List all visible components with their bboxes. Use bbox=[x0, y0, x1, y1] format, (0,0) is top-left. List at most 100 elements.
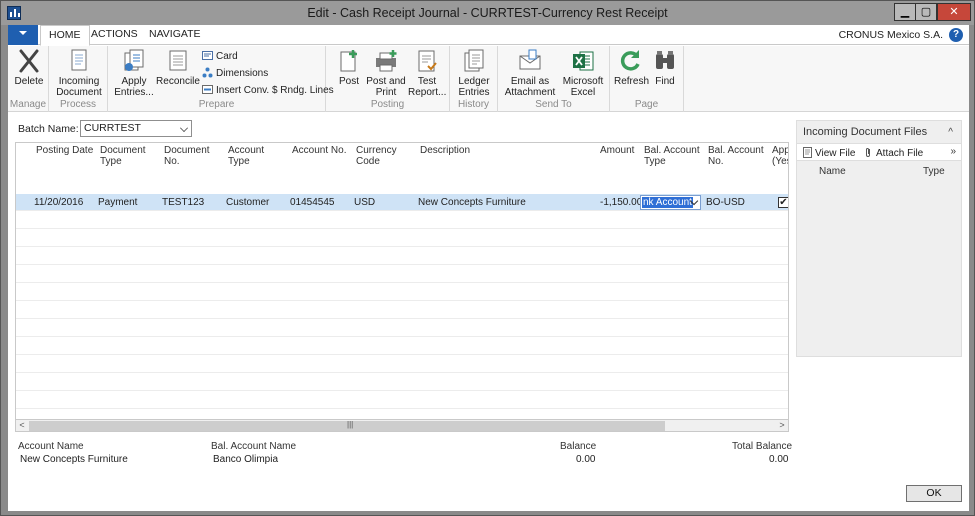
test-report-label-2: Report... bbox=[408, 87, 447, 98]
title-bar: Edit - Cash Receipt Journal - CURRTEST-C… bbox=[1, 1, 974, 25]
col-document-no[interactable]: Document No. bbox=[164, 145, 210, 167]
email-label-2: Attachment bbox=[504, 87, 556, 98]
horizontal-scrollbar[interactable]: < ||| > bbox=[15, 419, 789, 432]
ribbon: Delete Manage Incoming Document Process … bbox=[8, 46, 969, 112]
test-report-icon bbox=[418, 50, 437, 72]
tab-actions[interactable]: ACTIONS bbox=[83, 25, 146, 45]
group-manage: Delete Manage bbox=[8, 46, 49, 112]
col-account-no[interactable]: Account No. bbox=[292, 145, 346, 156]
delete-x-icon bbox=[19, 49, 39, 73]
apply-entries-icon bbox=[124, 49, 144, 71]
empty-row[interactable] bbox=[16, 356, 788, 373]
incoming-document-label-1: Incoming bbox=[58, 76, 100, 87]
post-button[interactable]: Post bbox=[334, 48, 364, 87]
empty-row[interactable] bbox=[16, 212, 788, 229]
document-icon bbox=[71, 49, 87, 71]
more-options-icon[interactable]: » bbox=[950, 146, 956, 157]
empty-row[interactable] bbox=[16, 302, 788, 319]
post-and-print-label-2: Print bbox=[375, 87, 397, 98]
ledger-entries-button[interactable]: Ledger Entries bbox=[456, 48, 492, 98]
cell-document-no[interactable]: TEST123 bbox=[162, 197, 204, 208]
insert-conv-rounding-button[interactable]: Insert Conv. $ Rndg. Lines bbox=[202, 84, 334, 96]
col-currency-code[interactable]: Currency Code bbox=[356, 145, 397, 167]
cell-currency-code[interactable]: USD bbox=[354, 197, 375, 208]
empty-row[interactable] bbox=[16, 338, 788, 355]
col-applied[interactable]: App(Yes bbox=[772, 145, 788, 167]
email-as-attachment-button[interactable]: Email as Attachment bbox=[504, 48, 556, 98]
post-label: Post bbox=[338, 76, 359, 87]
col-posting-date[interactable]: Posting Date bbox=[36, 145, 93, 156]
group-send-to: Email as Attachment Microsoft Excel Send… bbox=[498, 46, 610, 112]
bal-account-name-label: Bal. Account Name bbox=[211, 441, 297, 452]
col-account-type[interactable]: Account Type bbox=[228, 145, 264, 167]
email-icon bbox=[519, 49, 541, 70]
delete-button[interactable]: Delete bbox=[12, 48, 46, 87]
reconcile-label: Reconcile bbox=[156, 76, 200, 87]
batch-name-select[interactable]: CURRTEST bbox=[80, 120, 192, 137]
empty-row[interactable] bbox=[16, 320, 788, 337]
apply-entries-button[interactable]: Apply Entries... bbox=[114, 48, 154, 98]
ledger-entries-label-2: Entries bbox=[458, 87, 490, 98]
factbox-col-name[interactable]: Name bbox=[819, 166, 846, 177]
col-document-type[interactable]: Document Type bbox=[100, 145, 146, 167]
scroll-left-button[interactable]: < bbox=[16, 420, 28, 431]
cell-bal-account-no[interactable]: BO-USD bbox=[706, 197, 745, 208]
dimensions-label: Dimensions bbox=[216, 68, 269, 79]
cell-account-type[interactable]: Customer bbox=[226, 197, 269, 208]
applied-checkbox[interactable]: ✔ bbox=[778, 197, 788, 208]
binoculars-icon bbox=[656, 51, 674, 69]
col-bal-account-type[interactable]: Bal. Account Type bbox=[644, 145, 700, 167]
tab-navigate[interactable]: NAVIGATE bbox=[141, 25, 209, 45]
cell-posting-date[interactable]: 11/20/2016 bbox=[34, 197, 83, 208]
cell-description[interactable]: New Concepts Furniture bbox=[418, 197, 526, 208]
cell-account-no[interactable]: 01454545 bbox=[290, 197, 335, 208]
maximize-button[interactable]: ▢ bbox=[915, 3, 937, 21]
scroll-grip: ||| bbox=[347, 420, 354, 429]
post-and-print-button[interactable]: Post and Print bbox=[366, 48, 406, 98]
total-balance-value: 0.00 bbox=[769, 454, 789, 465]
empty-row[interactable] bbox=[16, 374, 788, 391]
scroll-right-button[interactable]: > bbox=[776, 420, 788, 431]
attach-file-button[interactable]: Attach File bbox=[864, 147, 923, 159]
find-button[interactable]: Find bbox=[650, 48, 680, 87]
scroll-thumb[interactable]: ||| bbox=[29, 420, 665, 431]
refresh-button[interactable]: Refresh bbox=[614, 48, 649, 87]
factbox-col-type[interactable]: Type bbox=[923, 166, 945, 177]
col-amount[interactable]: Amount bbox=[600, 145, 634, 156]
table-row[interactable]: 11/20/2016 Payment TEST123 Customer 0145… bbox=[16, 194, 788, 211]
app-menu-button[interactable] bbox=[8, 25, 38, 45]
bal-account-type-select[interactable]: nk Account bbox=[640, 195, 701, 210]
view-file-button[interactable]: View File bbox=[803, 147, 855, 159]
insert-conv-label: Insert Conv. $ Rndg. Lines bbox=[216, 85, 334, 96]
empty-row[interactable] bbox=[16, 266, 788, 283]
incoming-document-button[interactable]: Incoming Document bbox=[54, 48, 104, 98]
microsoft-excel-button[interactable]: Microsoft Excel bbox=[560, 48, 606, 98]
minimize-button[interactable]: ▁ bbox=[894, 3, 916, 21]
help-icon[interactable]: ? bbox=[949, 28, 963, 42]
close-button[interactable]: ✕ bbox=[937, 3, 971, 21]
journal-lines-grid: Posting Date Document Type Document No. Ac… bbox=[15, 142, 789, 431]
company-name[interactable]: CRONUS Mexico S.A. bbox=[839, 29, 943, 41]
dimensions-button[interactable]: Dimensions bbox=[202, 67, 268, 79]
excel-label-1: Microsoft bbox=[562, 76, 604, 87]
empty-row[interactable] bbox=[16, 284, 788, 301]
reconcile-button[interactable]: Reconcile bbox=[156, 48, 200, 87]
collapse-icon[interactable]: ^ bbox=[948, 127, 953, 138]
col-description[interactable]: Description bbox=[420, 145, 470, 156]
grid-header: Posting Date Document Type Document No. Ac… bbox=[16, 143, 788, 173]
page-client-area: HOME ACTIONS NAVIGATE CRONUS Mexico S.A.… bbox=[8, 25, 969, 511]
printer-icon bbox=[376, 50, 397, 72]
card-button[interactable]: Card bbox=[202, 50, 238, 62]
ribbon-tab-bar: HOME ACTIONS NAVIGATE CRONUS Mexico S.A.… bbox=[8, 25, 969, 46]
cell-amount[interactable]: -1,150.00 bbox=[600, 197, 642, 208]
empty-row[interactable] bbox=[16, 392, 788, 409]
factbox-title: Incoming Document Files bbox=[803, 126, 928, 138]
ok-button[interactable]: OK bbox=[906, 485, 962, 502]
empty-row[interactable] bbox=[16, 230, 788, 247]
test-report-button[interactable]: Test Report... bbox=[408, 48, 446, 98]
cell-document-type[interactable]: Payment bbox=[98, 197, 137, 208]
insert-lines-icon bbox=[202, 85, 213, 94]
post-and-print-label-1: Post and bbox=[366, 76, 406, 87]
empty-row[interactable] bbox=[16, 248, 788, 265]
col-bal-account-no[interactable]: Bal. Account No. bbox=[708, 145, 764, 167]
